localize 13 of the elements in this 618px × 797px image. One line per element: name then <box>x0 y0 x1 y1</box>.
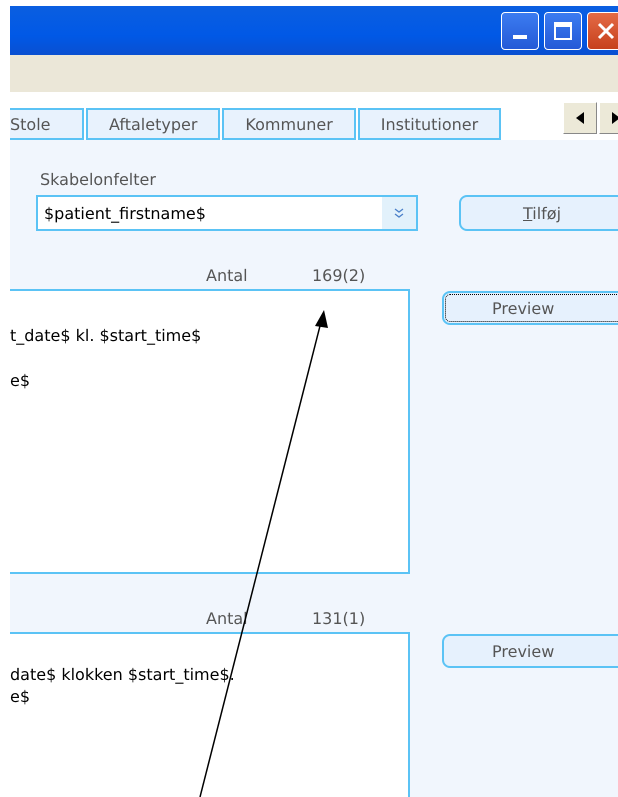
count-value: 131(1) <box>312 608 366 628</box>
template-text-area[interactable]: t_date$ kl. $start_time$ e$ <box>10 289 410 574</box>
tab[interactable]: Institutioner <box>358 108 502 140</box>
preview-button[interactable]: Preview <box>442 291 618 325</box>
tab[interactable]: Aftaletyper <box>86 108 220 140</box>
preview-button[interactable]: Preview <box>442 634 618 668</box>
add-button[interactable]: Tilføj <box>459 195 618 231</box>
count-value: 169(2) <box>312 266 366 284</box>
template-field-dropdown[interactable]: $patient_firstname$ <box>36 195 418 231</box>
tab[interactable]: Kommuner <box>222 108 356 140</box>
count-label: Antal <box>206 266 249 284</box>
field-label: Skabelonfelter <box>40 170 157 189</box>
tab[interactable]: Stole <box>10 108 84 140</box>
